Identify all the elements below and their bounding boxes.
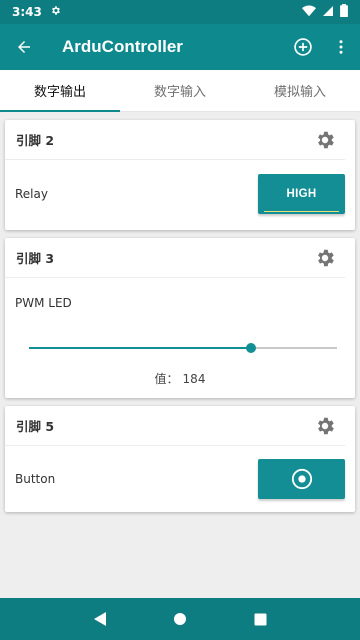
momentary-button[interactable]: [258, 459, 345, 499]
status-bar: 3:43: [0, 0, 360, 24]
gear-icon: [318, 131, 334, 148]
radio-button-icon: [291, 468, 312, 490]
status-time: 3:43: [12, 5, 42, 19]
pin-card-2: 引脚 2 Relay HIGH: [5, 120, 355, 230]
pin-title: 引脚 5: [16, 419, 55, 434]
pin-title: 引脚 3: [16, 251, 55, 266]
system-nav-bar: [0, 598, 360, 640]
gear-icon: [318, 417, 334, 434]
tab-digital-output[interactable]: 数字输出: [0, 70, 120, 112]
settings-status-icon: [50, 5, 61, 19]
value-prefix: 值：: [154, 372, 179, 386]
square-recents-icon: [254, 613, 266, 625]
tab-digital-input[interactable]: 数字输入: [120, 70, 240, 111]
pin-card-5: 引脚 5 Button: [5, 406, 355, 512]
circle-home-icon: [174, 613, 186, 625]
app-bar: ArduController: [0, 24, 360, 70]
back-button[interactable]: [0, 24, 48, 70]
wifi-icon: [302, 4, 316, 20]
add-button[interactable]: [284, 24, 322, 70]
pwm-value-line: 值： 184: [5, 370, 355, 387]
slider-fill: [29, 347, 251, 349]
triangle-back-icon: [94, 612, 106, 626]
more-options-button[interactable]: [322, 24, 360, 70]
battery-icon: [340, 4, 348, 20]
pin-title: 引脚 2: [16, 133, 55, 148]
pin-label: PWM LED: [15, 296, 72, 310]
more-vert-icon: [339, 40, 343, 54]
pin-settings-button[interactable]: [313, 246, 337, 270]
high-toggle-button[interactable]: HIGH: [258, 174, 345, 214]
add-circle-icon: [294, 38, 312, 56]
signal-icon: [322, 5, 334, 20]
nav-recents-button[interactable]: [246, 605, 274, 633]
pwm-value: 184: [182, 372, 206, 386]
arrow-back-icon: [18, 41, 30, 53]
page-title: ArduController: [62, 37, 183, 56]
pin-settings-button[interactable]: [313, 128, 337, 152]
gear-icon: [318, 249, 334, 266]
pin-label: Button: [15, 472, 56, 486]
pin-settings-button[interactable]: [313, 414, 337, 438]
slider-thumb[interactable]: [245, 343, 256, 353]
pin-card-3: 引脚 3 PWM LED 值： 184: [5, 238, 355, 398]
nav-home-button[interactable]: [166, 605, 194, 633]
tab-analog-input[interactable]: 模拟输入: [240, 70, 360, 111]
tab-bar: 数字输出 数字输入 模拟输入: [0, 70, 360, 112]
pwm-slider[interactable]: [29, 328, 337, 368]
nav-back-button[interactable]: [86, 605, 114, 633]
pin-label: Relay: [15, 187, 48, 201]
